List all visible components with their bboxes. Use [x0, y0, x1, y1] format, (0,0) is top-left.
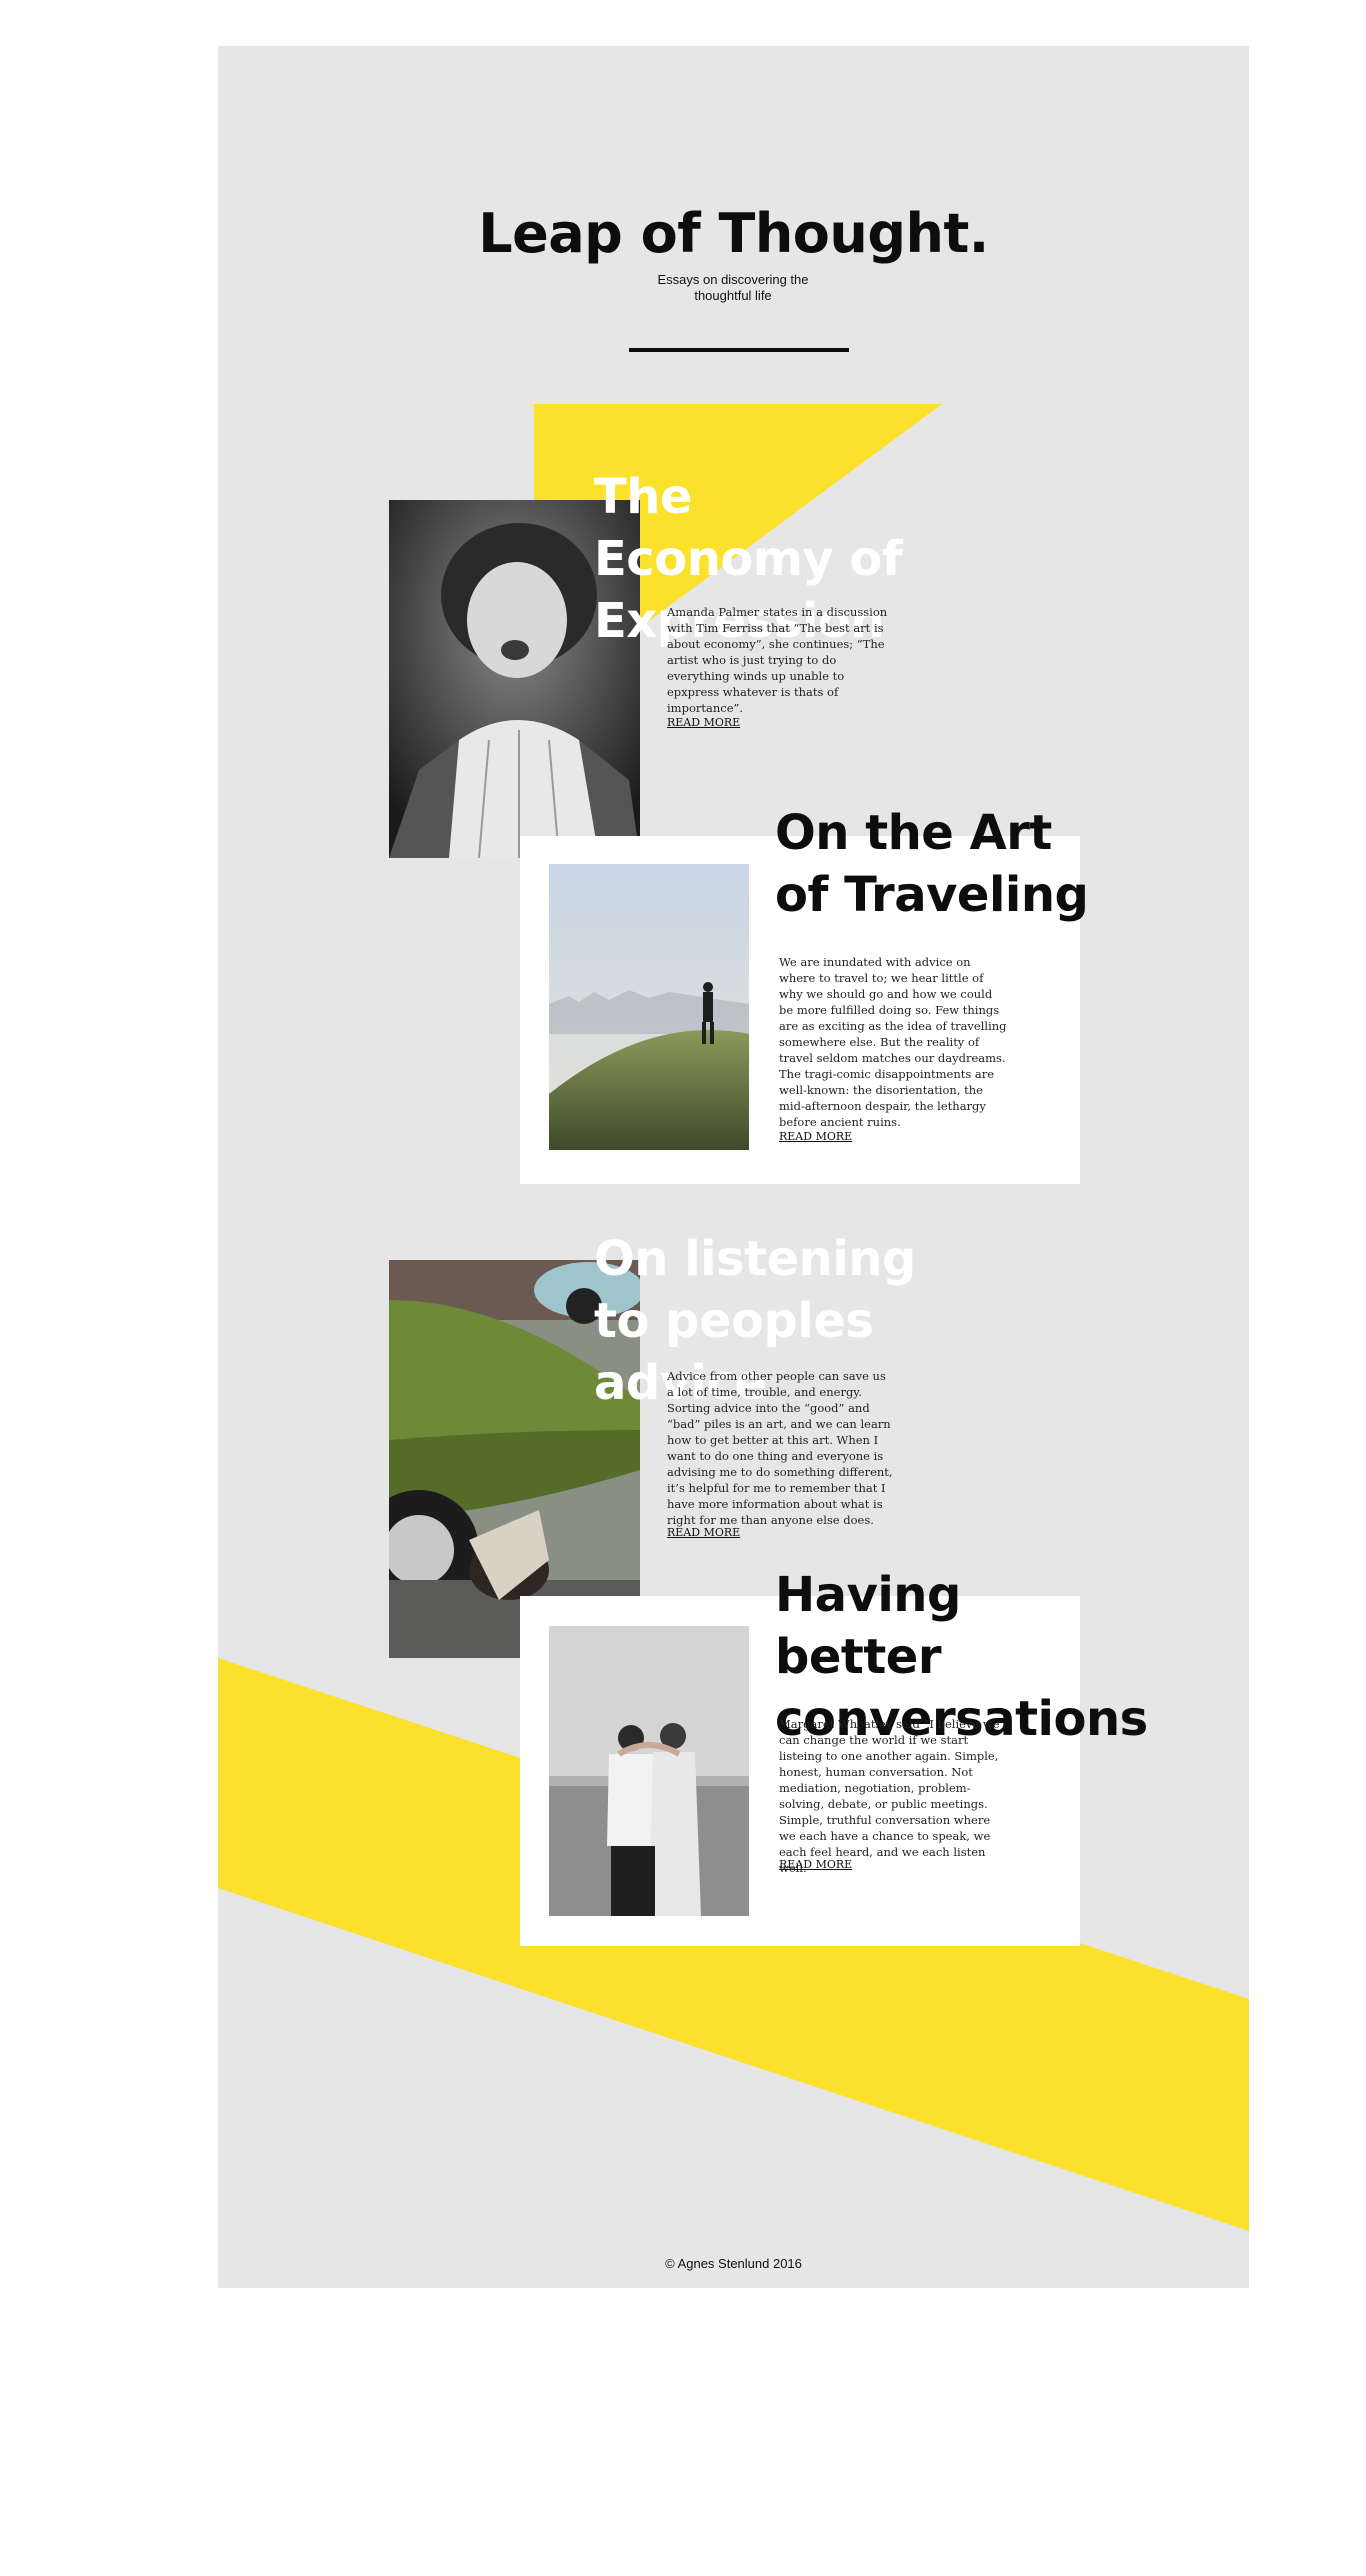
essay-2-photo[interactable]: [549, 864, 749, 1150]
essay-3-read-more-link[interactable]: READ MORE: [667, 1526, 740, 1539]
essay-2-excerpt: We are inundated with advice on where to…: [779, 955, 1007, 1129]
site-tagline: Essays on discovering the thoughtful lif…: [657, 272, 809, 303]
essay-4-excerpt: Margaret Wheatley said “I believe we can…: [779, 1717, 1000, 1875]
footer-copyright: © Agnes Stenlund 2016: [665, 2256, 802, 2271]
couple-embracing-image: [549, 1626, 749, 1916]
essay-2-title[interactable]: On the Art of Traveling: [775, 802, 1105, 926]
essay-4-read-more-link[interactable]: READ MORE: [779, 1858, 852, 1871]
header-divider: [629, 348, 849, 352]
essay-3-excerpt: Advice from other people can save us a l…: [667, 1369, 893, 1527]
page-canvas: Leap of Thought. Essays on discovering t…: [218, 46, 1249, 2288]
traveler-on-hill-image: [549, 864, 749, 1150]
essay-1-excerpt: Amanda Palmer states in a discussion wit…: [667, 605, 888, 715]
essay-4-photo[interactable]: [549, 1626, 749, 1916]
essay-1-read-more-link[interactable]: READ MORE: [667, 716, 740, 729]
essay-2-read-more-link[interactable]: READ MORE: [779, 1130, 852, 1143]
site-title: Leap of Thought.: [478, 202, 989, 265]
